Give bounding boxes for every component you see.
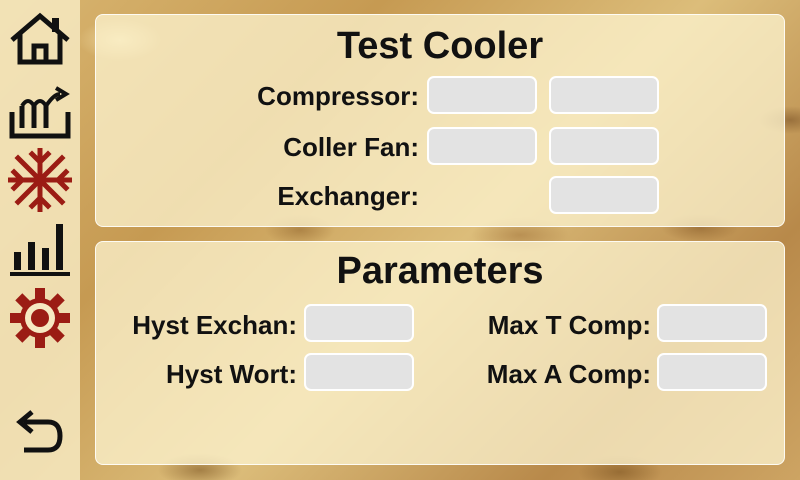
max-a-comp-label: Max A Comp:: [486, 359, 651, 389]
coller-fan-field-1[interactable]: [427, 127, 537, 165]
home-icon: [10, 12, 70, 65]
exchanger-label: Exchanger:: [277, 181, 419, 211]
process-icon: [9, 86, 71, 139]
max-a-comp-field[interactable]: [657, 353, 767, 391]
parameters-panel: Parameters Hyst Exchan: Hyst Wort: Max T…: [95, 241, 785, 465]
test-cooler-title: Test Cooler: [336, 25, 544, 67]
max-t-comp-label: Max T Comp:: [487, 310, 651, 340]
hyst-wort-field[interactable]: [304, 353, 414, 391]
gear-icon: [10, 288, 70, 348]
coller-fan-field-2[interactable]: [549, 127, 659, 165]
hyst-exchan-label: Hyst Exchan:: [132, 310, 297, 340]
hyst-exchan-field[interactable]: [304, 304, 414, 342]
sidebar: [0, 0, 80, 480]
max-t-comp-field[interactable]: [657, 304, 767, 342]
compressor-field-1[interactable]: [427, 76, 537, 114]
nav-settings-button[interactable]: [6, 288, 74, 348]
nav-cooler-button[interactable]: [6, 148, 74, 212]
nav-home-button[interactable]: [6, 8, 74, 68]
compressor-field-2[interactable]: [549, 76, 659, 114]
bar-chart-icon: [10, 224, 70, 276]
nav-process-button[interactable]: [6, 82, 74, 142]
test-cooler-panel: Test Cooler Compressor: Coller Fan: Exch…: [95, 14, 785, 227]
back-arrow-icon: [16, 410, 63, 453]
coller-fan-label: Coller Fan:: [283, 132, 419, 162]
back-button[interactable]: [6, 404, 74, 464]
nav-stats-button[interactable]: [6, 218, 74, 278]
compressor-label: Compressor:: [257, 81, 419, 111]
parameters-title: Parameters: [336, 250, 544, 292]
snowflake-icon: [8, 148, 72, 212]
hyst-wort-label: Hyst Wort:: [166, 359, 297, 389]
exchanger-field[interactable]: [549, 176, 659, 214]
